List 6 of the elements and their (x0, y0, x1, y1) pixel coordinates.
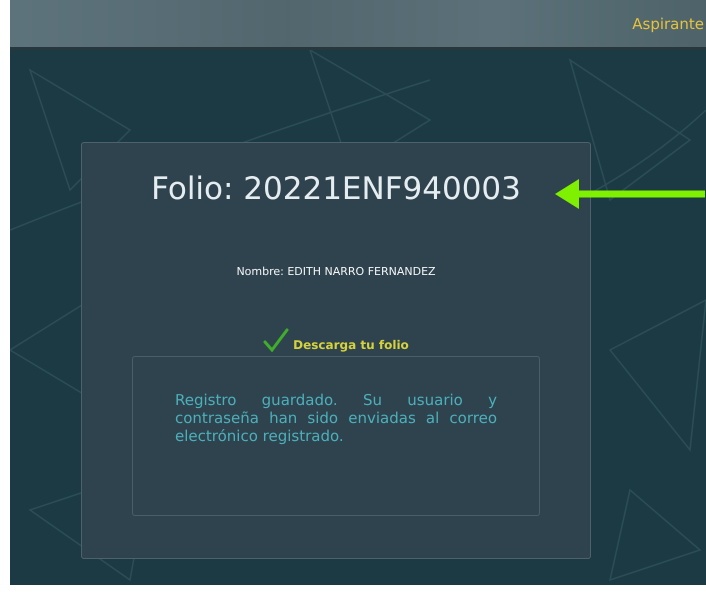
folio-title: Folio: 20221ENF940003 (151, 171, 521, 207)
download-folio-link[interactable]: Descarga tu folio (293, 338, 409, 352)
aspirantes-link[interactable]: Aspirante (632, 14, 704, 32)
applicant-name: Nombre: EDITH NARRO FERNANDEZ (236, 265, 436, 278)
checkmark-icon (263, 328, 290, 352)
confirmation-message: Registro guardado. Su usuario y contraseña han sido enviadas al correo electrónico registrado. (175, 391, 497, 445)
